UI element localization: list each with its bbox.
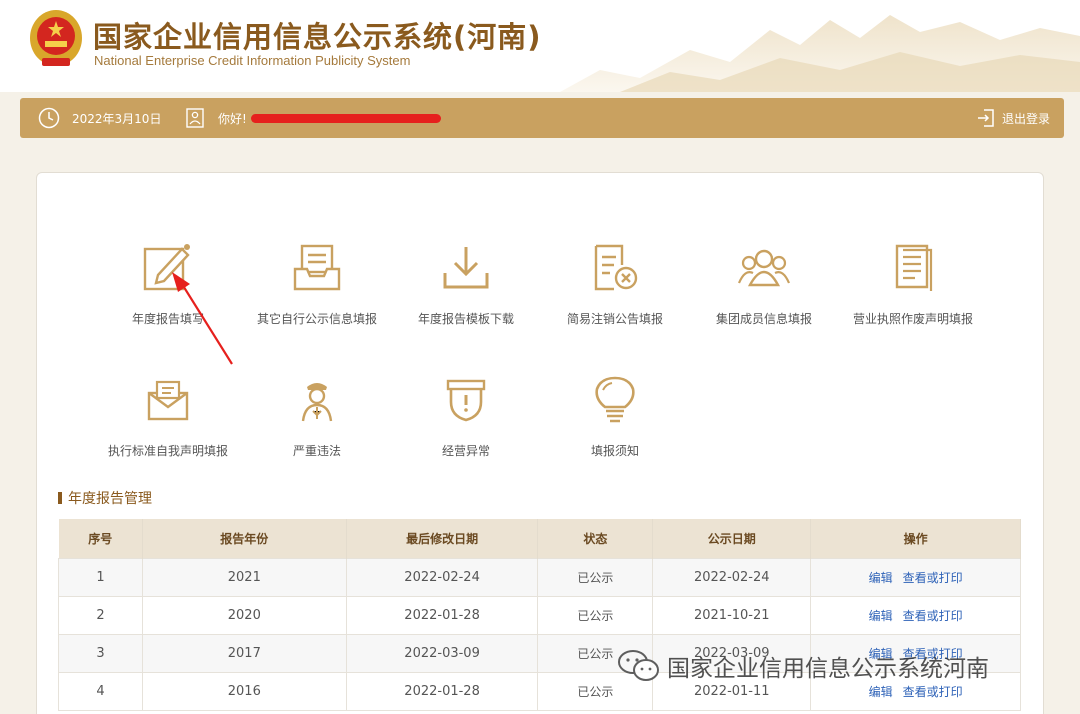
tile-label: 填报须知 <box>590 444 639 458</box>
col-header-published: 公示日期 <box>652 519 812 558</box>
tile-label: 经营异常 <box>441 444 490 458</box>
inbox-document-icon <box>293 244 341 291</box>
section-title-text: 年度报告管理 <box>68 491 152 507</box>
cell-published: 2021-10-21 <box>652 595 812 635</box>
site-header: 国家企业信用信息公示系统(河南) National Enterprise Cre… <box>0 0 1080 92</box>
tile-label: 严重违法 <box>292 444 341 458</box>
tile-label: 营业执照作废声明填报 <box>852 312 973 326</box>
tile-license-void-statement[interactable]: 营业执照作废声明填报 <box>838 240 988 327</box>
cell-actions: 编辑 查看或打印 <box>810 595 1021 635</box>
section-marker <box>58 492 62 504</box>
cell-no: 2 <box>58 595 143 635</box>
mountain-landscape-image <box>560 15 1080 92</box>
redacted-company-name <box>250 113 441 123</box>
tile-label: 其它自行公示信息填报 <box>256 312 377 326</box>
cell-status: 已公示 <box>537 595 654 635</box>
cell-modified: 2022-01-28 <box>345 671 539 711</box>
cell-published: 2022-02-24 <box>652 557 812 597</box>
cell-year: 2020 <box>141 595 347 635</box>
table-header-row: 序号 报告年份 最后修改日期 状态 公示日期 操作 <box>58 519 1021 558</box>
table-row: 1 2021 2022-02-24 已公示 2022-02-24 编辑 查看或打印 <box>58 557 1021 597</box>
edit-link[interactable]: 编辑 <box>869 685 893 699</box>
table-row: 2 2020 2022-01-28 已公示 2021-10-21 编辑 查看或打印 <box>58 595 1021 635</box>
documents-icon <box>895 244 933 291</box>
tile-abnormal-operation[interactable]: 经营异常 <box>391 372 541 459</box>
col-header-actions: 操作 <box>810 519 1021 558</box>
wechat-logo-icon <box>618 650 659 681</box>
tile-simple-deregistration[interactable]: 简易注销公告填报 <box>540 240 690 327</box>
officer-icon <box>301 383 333 422</box>
current-date: 2022年3月10日 <box>72 111 162 126</box>
date-display: 2022年3月10日 <box>38 98 161 138</box>
watermark-text: 国家企业信用信息公示系统河南 <box>667 656 989 682</box>
tile-serious-violation[interactable]: 严重违法 <box>242 372 392 459</box>
cell-status: 已公示 <box>537 557 654 597</box>
tile-standard-self-declaration[interactable]: 执行标准自我声明填报 <box>93 372 243 459</box>
red-annotation-arrow <box>172 272 233 365</box>
col-header-no: 序号 <box>58 519 143 558</box>
tile-label: 集团成员信息填报 <box>715 312 812 326</box>
tile-filing-instructions[interactable]: 填报须知 <box>540 372 690 459</box>
cell-no: 1 <box>58 557 143 597</box>
lightbulb-icon <box>595 376 635 423</box>
section-title: 年度报告管理 <box>58 488 152 508</box>
view-print-link[interactable]: 查看或打印 <box>903 685 963 699</box>
edit-link[interactable]: 编辑 <box>869 571 893 585</box>
tile-label: 年度报告模板下载 <box>417 312 514 326</box>
tile-template-download[interactable]: 年度报告模板下载 <box>391 240 541 327</box>
logout-button[interactable]: 退出登录 <box>976 98 1050 138</box>
logout-label: 退出登录 <box>1001 111 1050 126</box>
user-greeting: 你好! <box>186 98 441 138</box>
cell-no: 4 <box>58 671 143 711</box>
national-emblem-logo <box>30 10 82 66</box>
tile-group-member[interactable]: 集团成员信息填报 <box>689 240 839 327</box>
cell-year: 2017 <box>141 633 347 673</box>
user-bar: 2022年3月10日 你好! 退出登录 <box>20 98 1064 138</box>
cell-modified: 2022-01-28 <box>345 595 539 635</box>
clock-icon <box>38 107 60 129</box>
document-cancel-icon <box>594 244 638 291</box>
cell-no: 3 <box>58 633 143 673</box>
wechat-watermark: 国家企业信用信息公示系统河南 <box>617 648 989 684</box>
logout-icon <box>977 109 994 127</box>
cell-actions: 编辑 查看或打印 <box>810 557 1021 597</box>
group-users-icon <box>737 249 791 287</box>
tile-other-disclosure[interactable]: 其它自行公示信息填报 <box>242 240 392 327</box>
cell-year: 2016 <box>141 671 347 711</box>
cell-modified: 2022-02-24 <box>345 557 539 597</box>
view-print-link[interactable]: 查看或打印 <box>903 571 963 585</box>
tile-label: 执行标准自我声明填报 <box>107 444 228 458</box>
view-print-link[interactable]: 查看或打印 <box>903 609 963 623</box>
user-card-icon <box>186 108 204 128</box>
cell-modified: 2022-03-09 <box>345 633 539 673</box>
col-header-year: 报告年份 <box>142 519 347 558</box>
tile-label: 简易注销公告填报 <box>566 312 663 326</box>
col-header-modified: 最后修改日期 <box>346 519 539 558</box>
cell-year: 2021 <box>141 557 347 597</box>
col-header-status: 状态 <box>537 519 654 558</box>
greeting-text: 你好! <box>218 111 247 126</box>
envelope-icon <box>147 380 189 421</box>
site-subtitle: National Enterprise Credit Information P… <box>94 53 411 68</box>
site-title: 国家企业信用信息公示系统(河南) <box>93 20 542 54</box>
edit-link[interactable]: 编辑 <box>869 609 893 623</box>
shield-alert-icon <box>446 379 486 422</box>
download-icon <box>443 247 489 289</box>
